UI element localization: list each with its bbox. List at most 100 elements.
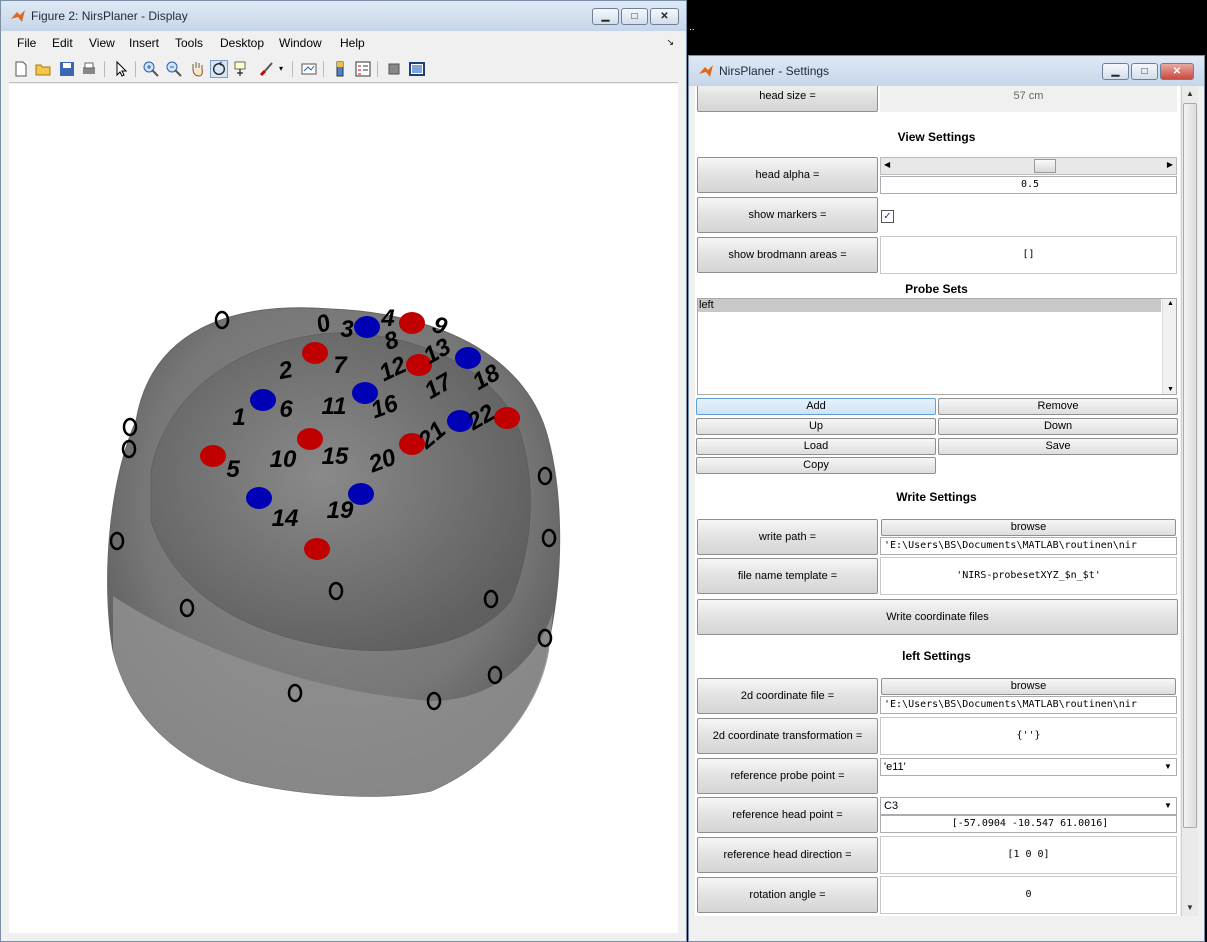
show-brodmann-value[interactable]: [] <box>880 236 1177 274</box>
head-alpha-value[interactable]: 0.5 <box>880 176 1177 194</box>
display-window: Figure 2: NirsPlaner - Display ▁ □ ✕ Fil… <box>0 0 687 942</box>
slider-thumb[interactable] <box>1033 159 1056 173</box>
link-plot-icon[interactable] <box>300 60 318 78</box>
dock-arrow-icon[interactable]: ↘ <box>666 37 674 48</box>
list-item[interactable]: left <box>698 299 1161 312</box>
file-name-template-button[interactable]: file name template = <box>697 558 878 594</box>
write-path-field[interactable]: 'E:\Users\BS\Documents\MATLAB\routinen\n… <box>880 537 1177 555</box>
brush-dropdown-icon[interactable]: ▾ <box>279 64 283 73</box>
show-markers-button[interactable]: show markers = <box>697 197 878 233</box>
maximize-button[interactable]: □ <box>621 8 648 25</box>
left-settings-title: left Settings <box>902 649 971 663</box>
zoom-in-icon[interactable] <box>142 60 160 78</box>
minimize-button[interactable]: ▁ <box>592 8 619 25</box>
up-button[interactable]: Up <box>696 418 936 435</box>
settings-titlebar[interactable]: NirsPlaner - Settings ▁ □ ✕ <box>689 56 1204 86</box>
legend-icon[interactable] <box>354 60 372 78</box>
menu-desktop[interactable]: Desktop <box>220 36 264 50</box>
coord2d-browse-button[interactable]: browse <box>881 678 1176 695</box>
remove-button[interactable]: Remove <box>938 398 1178 415</box>
scroll-up-icon[interactable]: ▲ <box>1182 86 1198 102</box>
settings-scrollbar[interactable]: ▲ ▼ <box>1181 86 1198 916</box>
menu-help[interactable]: Help <box>340 36 365 50</box>
menu-tools[interactable]: Tools <box>175 36 203 50</box>
list-scrollbar[interactable]: ▲ ▼ <box>1162 299 1176 394</box>
ref-head-point-select[interactable]: C3 ▼ <box>880 797 1177 815</box>
menu-window[interactable]: Window <box>279 36 322 50</box>
write-path-browse-button[interactable]: browse <box>881 519 1176 536</box>
red-probe-marker <box>297 428 323 450</box>
coord2d-file-field[interactable]: 'E:\Users\BS\Documents\MATLAB\routinen\n… <box>880 696 1177 714</box>
load-button[interactable]: Load <box>696 438 936 455</box>
open-file-icon[interactable] <box>34 60 52 78</box>
blue-probe-marker <box>246 487 272 509</box>
colorbar-icon[interactable] <box>331 60 349 78</box>
slider-right-arrow-icon[interactable]: ▶ <box>1167 160 1173 169</box>
save-button[interactable]: Save <box>938 438 1178 455</box>
minimize-icon: ▁ <box>601 11 610 22</box>
ref-probe-point-button[interactable]: reference probe point = <box>697 758 878 794</box>
write-coordinate-files-button[interactable]: Write coordinate files <box>697 599 1178 635</box>
view-settings-title: View Settings <box>897 130 976 144</box>
background-dots: .. <box>689 22 695 33</box>
rotation-angle-value[interactable]: 0 <box>880 876 1177 914</box>
menubar: File Edit View Insert Tools Desktop Wind… <box>9 33 678 53</box>
ref-probe-point-select[interactable]: 'e11' ▼ <box>880 758 1177 776</box>
probe-label: 1 <box>232 404 245 431</box>
show-brodmann-button[interactable]: show brodmann areas = <box>697 237 878 273</box>
figure-canvas[interactable]: 0 3 4 8 9 13 7 12 17 18 2 1 6 11 16 21 22 5 10 15 20 14 19 <box>9 84 678 933</box>
zoom-out-icon[interactable] <box>165 60 183 78</box>
write-path-button[interactable]: write path = <box>697 519 878 555</box>
head-size-value: 57 cm <box>880 86 1177 112</box>
brush-icon[interactable] <box>257 60 275 78</box>
show-plot-tools-icon[interactable] <box>408 60 426 78</box>
scrollbar-thumb[interactable] <box>1183 103 1197 828</box>
close-button[interactable]: ✕ <box>650 8 679 25</box>
new-figure-icon[interactable] <box>12 60 30 78</box>
hide-plot-tools-icon[interactable] <box>385 60 403 78</box>
ref-head-point-button[interactable]: reference head point = <box>697 797 878 833</box>
scroll-down-icon[interactable]: ▼ <box>1182 900 1198 916</box>
pan-hand-icon[interactable] <box>188 60 206 78</box>
menu-view[interactable]: View <box>89 36 115 50</box>
rotation-angle-button[interactable]: rotation angle = <box>697 877 878 913</box>
ref-probe-point-value: 'e11' <box>884 761 906 773</box>
save-icon[interactable] <box>58 60 76 78</box>
head-alpha-slider[interactable]: ◀ ▶ <box>880 157 1177 175</box>
probe-label: 14 <box>272 505 299 532</box>
slider-left-arrow-icon[interactable]: ◀ <box>884 160 890 169</box>
display-titlebar[interactable]: Figure 2: NirsPlaner - Display ▁ □ ✕ <box>1 1 686 31</box>
data-cursor-icon[interactable] <box>233 60 251 78</box>
arrow-select-icon[interactable] <box>112 60 130 78</box>
add-button[interactable]: Add <box>696 398 936 415</box>
ref-head-direction-value[interactable]: [1 0 0] <box>880 836 1177 874</box>
scroll-up-icon[interactable]: ▲ <box>1167 300 1174 307</box>
copy-button[interactable]: Copy <box>696 457 936 474</box>
settings-title: NirsPlaner - Settings <box>719 64 830 78</box>
head-alpha-button[interactable]: head alpha = <box>697 157 878 193</box>
coord2d-transform-button[interactable]: 2d coordinate transformation = <box>697 718 878 754</box>
menu-insert[interactable]: Insert <box>129 36 159 50</box>
menu-file[interactable]: File <box>17 36 36 50</box>
head-3d-render[interactable]: 0 3 489137 12 17 1821 6 11 1621 225 10 15 2014 19 <box>9 84 680 935</box>
close-button[interactable]: ✕ <box>1160 63 1194 80</box>
rotate-3d-icon[interactable] <box>210 60 228 78</box>
coord2d-transform-value[interactable]: {''} <box>880 717 1177 755</box>
probe-label: 6 <box>279 396 293 423</box>
head-size-button[interactable]: head size = <box>697 86 878 112</box>
chevron-down-icon[interactable]: ▼ <box>1161 760 1175 774</box>
coord2d-file-button[interactable]: 2d coordinate file = <box>697 678 878 714</box>
menu-edit[interactable]: Edit <box>52 36 73 50</box>
down-button[interactable]: Down <box>938 418 1178 435</box>
chevron-down-icon[interactable]: ▼ <box>1161 799 1175 813</box>
maximize-button[interactable]: □ <box>1131 63 1158 80</box>
blue-probe-marker <box>250 389 276 411</box>
print-icon[interactable] <box>80 60 98 78</box>
ref-head-point-coords[interactable]: [-57.0904 -10.547 61.0016] <box>880 815 1177 833</box>
minimize-button[interactable]: ▁ <box>1102 63 1129 80</box>
probe-sets-listbox[interactable]: left ▲ ▼ <box>697 298 1177 395</box>
show-markers-checkbox[interactable]: ✓ <box>881 210 894 223</box>
ref-head-direction-button[interactable]: reference head direction = <box>697 837 878 873</box>
file-name-template-value[interactable]: 'NIRS-probesetXYZ_$n_$t' <box>880 557 1177 595</box>
scroll-down-icon[interactable]: ▼ <box>1167 386 1174 393</box>
